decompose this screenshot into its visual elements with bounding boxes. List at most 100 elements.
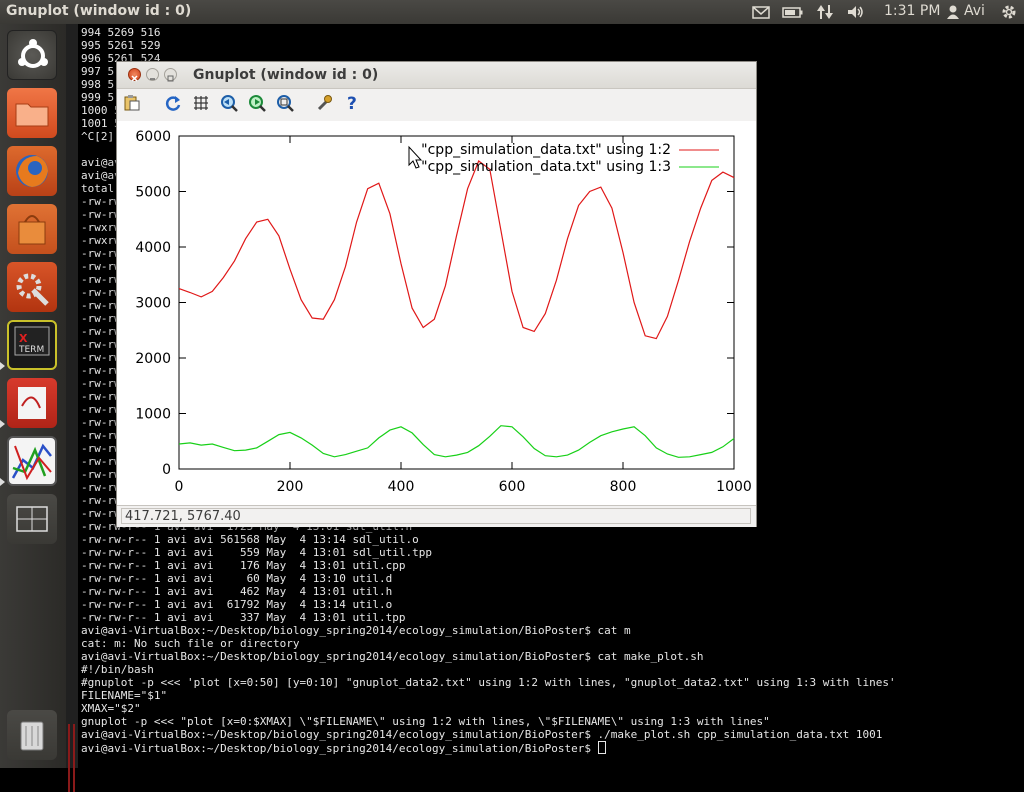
y-tick-label: 0 [162, 462, 171, 478]
refresh-icon [165, 96, 181, 111]
terminal-line: avi@avi-VirtualBox:~/Desktop/biology_spr… [81, 650, 704, 663]
autoscale-button[interactable] [276, 94, 294, 112]
running-indicator [0, 478, 5, 486]
gnuplot-titlebar[interactable]: Gnuplot (window id : 0) [117, 62, 756, 89]
ubuntu-dash-button[interactable] [7, 30, 57, 80]
y-tick-label: 5000 [135, 185, 171, 201]
volume-icon[interactable] [846, 3, 866, 21]
terminal-line: -rw-rw-r-- 1 avi avi 337 May 4 13:01 uti… [81, 611, 406, 624]
legend-label-series1: "cpp_simulation_data.txt" using 1:2 [421, 142, 671, 158]
text-editor-button[interactable] [7, 378, 57, 428]
ubuntu-logo-icon [18, 39, 48, 68]
folder-icon [15, 103, 49, 127]
terminal-line: avi@avi-VirtualBox:~/Desktop/biology_spr… [81, 741, 896, 755]
software-center-button[interactable] [7, 204, 57, 254]
gnuplot-toolbar: ? [117, 89, 756, 119]
maximize-button[interactable] [164, 68, 177, 82]
terminal-line: cat: m: No such file or directory [81, 637, 300, 650]
x-tick-label: 0 [175, 479, 184, 495]
terminal-line: -rw-rw-r-- 1 avi avi 559 May 4 13:01 sdl… [81, 546, 432, 559]
terminal-cursor [597, 741, 606, 754]
shopping-bag-icon [18, 215, 46, 245]
next-zoom-button[interactable] [248, 94, 266, 112]
plot-border [178, 135, 735, 470]
trash-icon [20, 721, 44, 751]
help-button[interactable]: ? [343, 94, 361, 112]
status-bar: 417.721, 5767.40 [117, 505, 756, 527]
workspace-icon [16, 506, 48, 532]
terminal-line: #gnuplot -p <<< 'plot [x=0:50] [y=0:10] … [81, 676, 896, 689]
window-title: Gnuplot (window id : 0) [193, 67, 379, 83]
terminal-line: -rw-rw-r-- 1 avi avi 561568 May 4 13:14 … [81, 533, 419, 546]
y-tick-label: 3000 [135, 296, 171, 312]
gnuplot-window: Gnuplot (window id : 0) ? 0 1000 2000 30… [116, 61, 757, 527]
close-button[interactable] [128, 68, 141, 82]
copy-to-clipboard-button[interactable] [123, 94, 141, 112]
terminal-line: -rw-rw-r-- 1 avi avi 61792 May 4 13:14 u… [81, 598, 393, 611]
terminal-line: #!/bin/bash [81, 663, 154, 676]
close-icon [131, 75, 138, 82]
launcher-edge [66, 24, 78, 792]
terminal-line: -rw-rw-r-- 1 avi avi 60 May 4 13:10 util… [81, 572, 393, 585]
toggle-grid-button[interactable] [192, 94, 210, 112]
gnuplot-icon [11, 443, 52, 481]
minimize-button[interactable] [146, 68, 159, 81]
maximize-icon [167, 75, 174, 82]
legend-label-series2: "cpp_simulation_data.txt" using 1:3 [421, 159, 671, 175]
firefox-launcher-button[interactable] [7, 146, 57, 196]
zoom-fit-icon [277, 95, 294, 112]
svg-text:X: X [19, 332, 28, 345]
system-settings-button[interactable] [7, 262, 57, 312]
settings-wrench-icon [16, 273, 49, 306]
mail-icon[interactable] [752, 3, 770, 21]
battery-icon[interactable] [782, 3, 804, 21]
x-tick-label: 200 [277, 479, 304, 495]
terminal-edge-marker [73, 724, 75, 792]
top-panel: Gnuplot (window id : 0) 1:31 PM Avi [0, 0, 1024, 24]
user-icon[interactable] [946, 3, 960, 21]
series-line-2 [178, 425, 735, 458]
x-tick-label: 400 [388, 479, 415, 495]
terminal-edge-marker [68, 724, 70, 792]
xterm-icon: XTERM [14, 326, 50, 356]
launcher: X TERM [0, 24, 66, 768]
network-icon[interactable] [815, 3, 835, 21]
svg-text:?: ? [347, 94, 357, 112]
series-line-1 [178, 160, 735, 340]
terminal-line: FILENAME="$1" [81, 689, 168, 702]
zoom-previous-icon [221, 95, 238, 112]
gnuplot-launcher-button[interactable] [7, 436, 57, 486]
xterm-launcher-button[interactable]: X TERM [7, 320, 57, 370]
active-window-title: Gnuplot (window id : 0) [6, 3, 192, 19]
options-button[interactable] [315, 94, 333, 112]
terminal-line: avi@avi-VirtualBox:~/Desktop/biology_spr… [81, 728, 883, 741]
user-name[interactable]: Avi [964, 3, 985, 19]
grid-icon [194, 96, 208, 110]
firefox-icon [16, 155, 48, 187]
trash-button[interactable] [7, 710, 57, 760]
y-tick-label: 4000 [135, 240, 171, 256]
x-tick-label: 600 [499, 479, 526, 495]
line-chart[interactable]: 0 1000 2000 3000 4000 5000 6000 0 200 400 600 800 1… [117, 121, 756, 506]
terminal-line: avi@avi-VirtualBox:~/Desktop/biology_spr… [81, 624, 631, 637]
workspace-switcher-button[interactable] [7, 494, 57, 544]
svg-text:TERM: TERM [18, 345, 44, 355]
replot-button[interactable] [164, 94, 182, 112]
x-tick-label: 800 [610, 479, 637, 495]
previous-zoom-button[interactable] [220, 94, 238, 112]
x-tick-label: 1000 [716, 479, 752, 495]
running-indicator [0, 420, 5, 428]
plot-area[interactable]: 0 1000 2000 3000 4000 5000 6000 0 200 400 600 800 1… [117, 121, 756, 506]
text-editor-icon [18, 387, 46, 419]
clipboard-icon [124, 95, 140, 111]
wrench-icon [317, 95, 332, 111]
files-launcher-button[interactable] [7, 88, 57, 138]
clock[interactable]: 1:31 PM [884, 3, 940, 19]
terminal-line: 994 5269 516 [81, 26, 161, 39]
terminal-line: -rw-rw-r-- 1 avi avi 462 May 4 13:01 uti… [81, 585, 393, 598]
terminal-line: 995 5261 529 [81, 39, 161, 52]
terminal-line: XMAX="$2" [81, 702, 141, 715]
mouse-coordinates: 417.721, 5767.40 [121, 508, 751, 524]
gear-icon[interactable] [1000, 3, 1018, 21]
terminal-line: -rw-rw-r-- 1 avi avi 176 May 4 13:01 uti… [81, 559, 406, 572]
